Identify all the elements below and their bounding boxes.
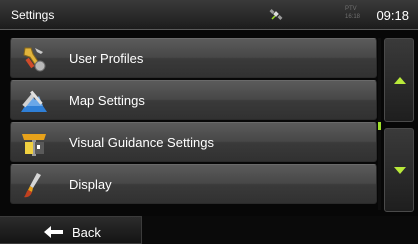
settings-screen: Settings PTV 16:18 09:18 User Profiles M… (0, 0, 418, 244)
menu-item-label: Visual Guidance Settings (69, 135, 215, 150)
menu-item-visual-guidance[interactable]: Visual Guidance Settings (10, 122, 377, 162)
back-button[interactable]: Back (0, 216, 142, 244)
back-label: Back (72, 225, 101, 240)
bottom-bar: Back (0, 216, 418, 244)
arrow-left-icon (44, 226, 63, 238)
scroll-thumb[interactable] (378, 122, 381, 130)
arrow-down-icon (394, 167, 406, 174)
menu-item-user-profiles[interactable]: User Profiles (10, 38, 377, 78)
page-title: Settings (11, 8, 55, 22)
scroll-up-button[interactable] (384, 38, 414, 122)
menu-item-display[interactable]: Display (10, 164, 377, 204)
map-settings-icon (21, 90, 47, 112)
menu-item-label: User Profiles (69, 51, 144, 66)
menu-item-label: Display (69, 177, 112, 192)
satellite-icon (269, 9, 283, 20)
menu-item-map-settings[interactable]: Map Settings (10, 80, 377, 120)
display-brush-icon (24, 173, 41, 198)
arrow-up-icon (394, 77, 406, 84)
visual-guidance-icon (22, 134, 46, 156)
header-bar: Settings PTV 16:18 09:18 (0, 0, 418, 30)
clock: 09:18 (376, 8, 409, 23)
user-profiles-icon (23, 47, 46, 72)
scroll-down-button[interactable] (384, 128, 414, 212)
status-small-text: PTV 16:18 (345, 6, 361, 20)
settings-menu: User Profiles Map Settings Visual Guidan… (10, 38, 377, 206)
menu-item-label: Map Settings (69, 93, 145, 108)
